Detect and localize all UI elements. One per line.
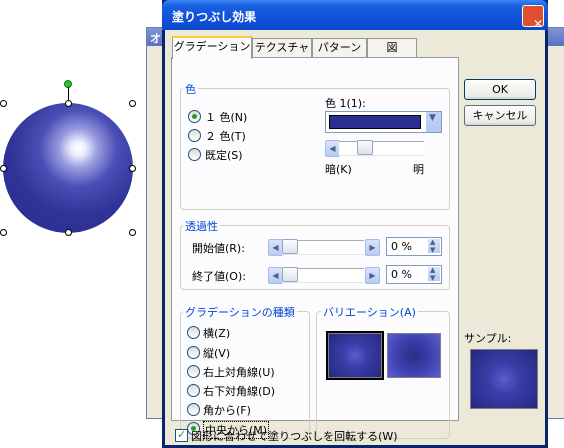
- radio-diagonal-down-label: 右下対角線(D): [203, 385, 276, 398]
- resize-handle-top[interactable]: [65, 100, 72, 107]
- arrow-left-icon: ◀: [329, 144, 336, 153]
- color1-label: 色 1(1):: [325, 97, 366, 110]
- radio-vertical-label: 縦(V): [203, 347, 231, 360]
- background-dialog-title: オ: [150, 32, 161, 45]
- resize-handle-left[interactable]: [0, 165, 7, 172]
- radio-two-colors[interactable]: [188, 129, 201, 142]
- resize-handle-bottom-right[interactable]: [129, 229, 136, 236]
- resize-handle-bottom-left[interactable]: [0, 229, 7, 236]
- radio-preset-label: 既定(S): [205, 149, 243, 162]
- start-transparency-value: 0 %: [391, 240, 412, 253]
- variation-swatch-2[interactable]: [387, 333, 441, 378]
- end-transparency-input[interactable]: 0 % ▲ ▼: [386, 265, 442, 284]
- start-transparency-input[interactable]: 0 % ▲ ▼: [386, 237, 442, 256]
- rotate-fill-checkbox-label: 図形に合わせて塗りつぶしを回転する(W): [191, 430, 398, 443]
- radio-diagonal-up-label: 右上対角線(U): [203, 366, 275, 379]
- radio-one-color[interactable]: [188, 110, 201, 123]
- dark-label: 暗(K): [325, 163, 352, 176]
- darkness-slider-thumb[interactable]: [356, 140, 373, 155]
- radio-preset[interactable]: [188, 148, 201, 161]
- spin-updown-icon: ▲ ▼: [430, 266, 436, 282]
- radio-from-corner-label: 角から(F): [203, 404, 251, 417]
- sample-label: サンプル:: [464, 332, 512, 345]
- color1-dropdown[interactable]: ▼: [325, 111, 442, 133]
- radio-two-colors-label: ２ 色(T): [205, 130, 246, 143]
- cancel-button[interactable]: キャンセル: [464, 105, 536, 126]
- resize-handle-bottom[interactable]: [65, 229, 72, 236]
- color1-swatch-fill: [330, 116, 420, 128]
- radio-diagonal-up[interactable]: [187, 365, 200, 378]
- tab-texture[interactable]: テクスチャ: [252, 38, 312, 57]
- light-label: 明: [413, 163, 424, 176]
- gradient-panel: 色 １ 色(N) ２ 色(T) 既定(S) 色 1(1): ▼ ◀ 暗(K) 明…: [171, 57, 459, 439]
- radio-one-color-label: １ 色(N): [205, 111, 248, 124]
- variation-group-title: バリエーション(A): [321, 304, 418, 320]
- darkness-slider-track[interactable]: [339, 141, 424, 156]
- color-group-title: 色: [183, 81, 198, 97]
- arrow-left-icon: ◀: [272, 243, 279, 252]
- end-transparency-value: 0 %: [391, 268, 412, 281]
- dialog-client: グラデーション テクスチャ パターン 図 色 １ 色(N) ２ 色(T) 既定(…: [165, 30, 545, 445]
- arrow-left-icon: ◀: [272, 271, 279, 280]
- sample-preview: [470, 349, 538, 409]
- tab-gradient[interactable]: グラデーション: [172, 36, 252, 59]
- color1-swatch: [329, 115, 421, 129]
- radio-horizontal-label: 横(Z): [203, 327, 231, 340]
- start-slider-thumb[interactable]: [282, 239, 298, 254]
- resize-handle-right[interactable]: [129, 165, 136, 172]
- resize-handle-top-right[interactable]: [129, 100, 136, 107]
- start-slider-right-button[interactable]: ▶: [365, 239, 380, 256]
- radio-vertical[interactable]: [187, 346, 200, 359]
- start-spinner[interactable]: ▲ ▼: [428, 238, 440, 254]
- resize-handle-top-left[interactable]: [0, 100, 7, 107]
- end-slider-thumb[interactable]: [282, 267, 298, 282]
- variation-swatch-1[interactable]: [326, 331, 384, 380]
- dialog-title: 塗りつぶし効果: [172, 10, 257, 24]
- arrow-right-icon: ▶: [369, 243, 376, 252]
- start-slider-left-button[interactable]: ◀: [268, 239, 283, 256]
- rotate-fill-checkbox[interactable]: [175, 428, 188, 442]
- fill-effects-dialog: 塗りつぶし効果 ✕ グラデーション テクスチャ パターン 図 色 １ 色(N) …: [162, 0, 548, 448]
- radio-horizontal[interactable]: [187, 326, 200, 339]
- ok-button[interactable]: OK: [464, 79, 536, 100]
- gradient-type-group-title: グラデーションの種類: [183, 304, 297, 320]
- end-spinner[interactable]: ▲ ▼: [428, 266, 440, 282]
- transparency-end-label: 終了値(O):: [192, 270, 246, 283]
- chevron-down-icon: ▼: [429, 113, 436, 123]
- end-slider-right-button[interactable]: ▶: [365, 267, 380, 284]
- spin-updown-icon: ▲ ▼: [430, 238, 436, 254]
- selected-circle-shape[interactable]: [3, 103, 133, 233]
- tab-picture[interactable]: 図: [367, 38, 417, 57]
- radio-from-corner[interactable]: [187, 403, 200, 416]
- radio-diagonal-down[interactable]: [187, 384, 200, 397]
- dialog-titlebar: 塗りつぶし効果 ✕: [162, 0, 548, 31]
- transparency-start-label: 開始値(R):: [192, 242, 245, 255]
- end-slider-left-button[interactable]: ◀: [268, 267, 283, 284]
- close-button[interactable]: ✕: [522, 5, 544, 31]
- color1-dropdown-arrow[interactable]: ▼: [425, 112, 441, 132]
- tab-pattern[interactable]: パターン: [312, 38, 367, 57]
- transparency-group-title: 透過性: [183, 218, 220, 234]
- slider-left-button[interactable]: ◀: [325, 140, 340, 157]
- arrow-right-icon: ▶: [369, 271, 376, 280]
